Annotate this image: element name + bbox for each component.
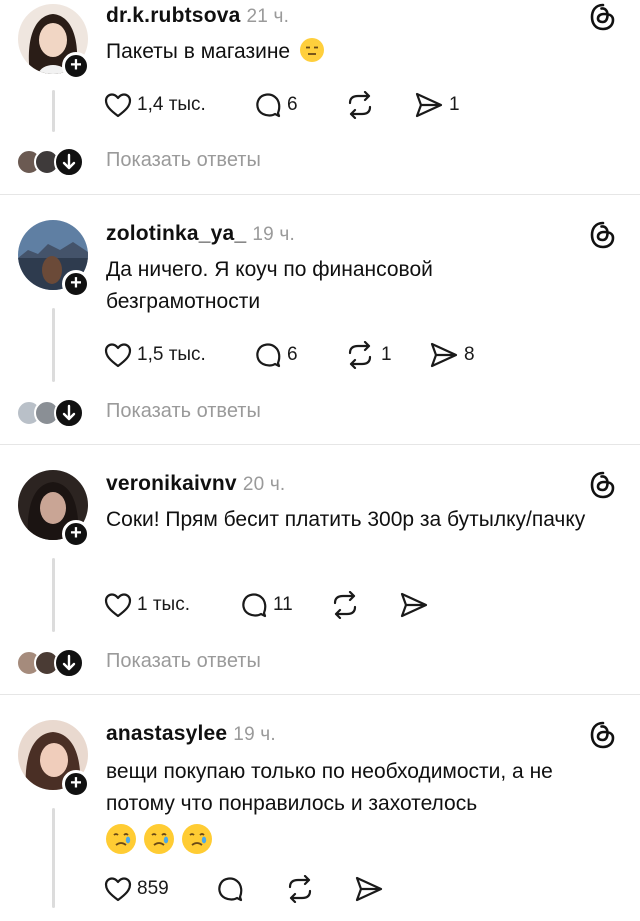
comment-button[interactable]: 6 <box>254 340 298 370</box>
share-button[interactable]: 8 <box>429 340 475 370</box>
show-replies-link[interactable]: Показать ответы <box>106 650 261 673</box>
repost-count: 1 <box>381 344 392 365</box>
threads-logo-icon[interactable] <box>588 220 618 250</box>
like-button[interactable]: 1,5 тыс. <box>104 340 206 370</box>
show-replies-row[interactable]: Показать ответы <box>16 145 336 179</box>
divider <box>0 694 640 695</box>
like-count: 1,4 тыс. <box>137 94 206 115</box>
repost-icon <box>348 91 372 119</box>
comment-button[interactable]: 11 <box>240 590 293 620</box>
comment-bubble-icon <box>218 877 243 902</box>
send-icon <box>400 592 428 618</box>
username[interactable]: anastasylee <box>106 722 227 745</box>
share-count: 1 <box>449 94 460 115</box>
post-actions: 1,5 тыс. 6 1 8 <box>104 340 524 370</box>
heart-icon <box>104 593 132 618</box>
heart-icon <box>104 93 132 118</box>
emoji-row <box>106 824 220 859</box>
threads-logo-icon[interactable] <box>588 2 618 32</box>
post-text: Соки! Прям бесит платить 300р за бутылку… <box>106 508 586 531</box>
post-text: Да ничего. Я коуч по финансовой безграмо… <box>106 258 433 313</box>
repost-icon <box>348 341 372 369</box>
comment-bubble-icon <box>256 93 281 118</box>
like-count: 1 тыс. <box>137 594 190 615</box>
send-icon <box>415 92 443 118</box>
post-text: Пакеты в магазине <box>106 36 626 68</box>
show-replies-row[interactable]: Показать ответы <box>16 396 336 430</box>
post-time: 21 ч. <box>246 6 290 27</box>
send-icon <box>430 342 458 368</box>
arrow-down-icon <box>54 398 84 428</box>
show-replies-link[interactable]: Показать ответы <box>106 149 261 172</box>
follow-plus-icon[interactable]: + <box>62 520 90 548</box>
crying-face-emoji <box>106 824 136 854</box>
repost-button[interactable]: 1 <box>344 340 392 370</box>
comment-bubble-icon <box>242 593 267 618</box>
repost-button[interactable] <box>329 590 366 620</box>
threads-logo-icon[interactable] <box>588 470 618 500</box>
threads-logo-icon[interactable] <box>588 720 618 750</box>
username[interactable]: veronikaivnv <box>106 472 237 495</box>
comment-button[interactable] <box>216 874 249 904</box>
like-button[interactable]: 859 <box>104 874 169 904</box>
show-replies-row[interactable]: Показать ответы <box>16 646 336 680</box>
post-text: вещи покупаю только по необходимости, а … <box>106 760 553 815</box>
post-actions: 859 <box>104 874 524 904</box>
heart-icon <box>104 877 132 902</box>
send-icon <box>355 876 383 902</box>
follow-plus-icon[interactable]: + <box>62 270 90 298</box>
crying-face-emoji <box>144 824 174 854</box>
comment-count: 6 <box>287 344 298 365</box>
thread-line <box>52 90 55 132</box>
username[interactable]: zolotinka_ya_ <box>106 222 246 245</box>
post-time: 19 ч. <box>233 724 276 745</box>
arrow-down-icon <box>54 147 84 177</box>
like-button[interactable]: 1 тыс. <box>104 590 190 620</box>
thread-line <box>52 558 55 632</box>
thread-line <box>52 808 55 908</box>
repost-icon <box>333 591 357 619</box>
share-button[interactable] <box>399 590 434 620</box>
comment-button[interactable]: 6 <box>254 90 298 120</box>
like-count: 1,5 тыс. <box>137 344 206 365</box>
comment-count: 11 <box>273 594 293 615</box>
share-count: 8 <box>464 344 475 365</box>
like-button[interactable]: 1,4 тыс. <box>104 90 206 120</box>
repost-icon <box>288 875 312 903</box>
repost-button[interactable] <box>344 90 381 120</box>
follow-plus-icon[interactable]: + <box>62 52 90 80</box>
post-actions: 1 тыс. 11 <box>104 590 524 620</box>
arrow-down-icon <box>54 648 84 678</box>
like-count: 859 <box>137 878 169 899</box>
post-actions: 1,4 тыс. 6 1 <box>104 90 524 120</box>
divider <box>0 194 640 195</box>
post-time: 19 ч. <box>252 224 295 245</box>
comment-bubble-icon <box>256 343 281 368</box>
post-time: 20 ч. <box>242 474 286 495</box>
expressionless-face-emoji <box>299 38 324 62</box>
share-button[interactable]: 1 <box>414 90 460 120</box>
share-button[interactable] <box>354 874 389 904</box>
thread-line <box>52 308 55 382</box>
repost-button[interactable] <box>284 874 321 904</box>
crying-face-emoji <box>182 824 212 854</box>
follow-plus-icon[interactable]: + <box>62 770 90 798</box>
show-replies-link[interactable]: Показать ответы <box>106 400 261 423</box>
comment-count: 6 <box>287 94 298 115</box>
heart-icon <box>104 343 132 368</box>
divider <box>0 444 640 445</box>
username[interactable]: dr.k.rubtsova <box>106 4 240 27</box>
